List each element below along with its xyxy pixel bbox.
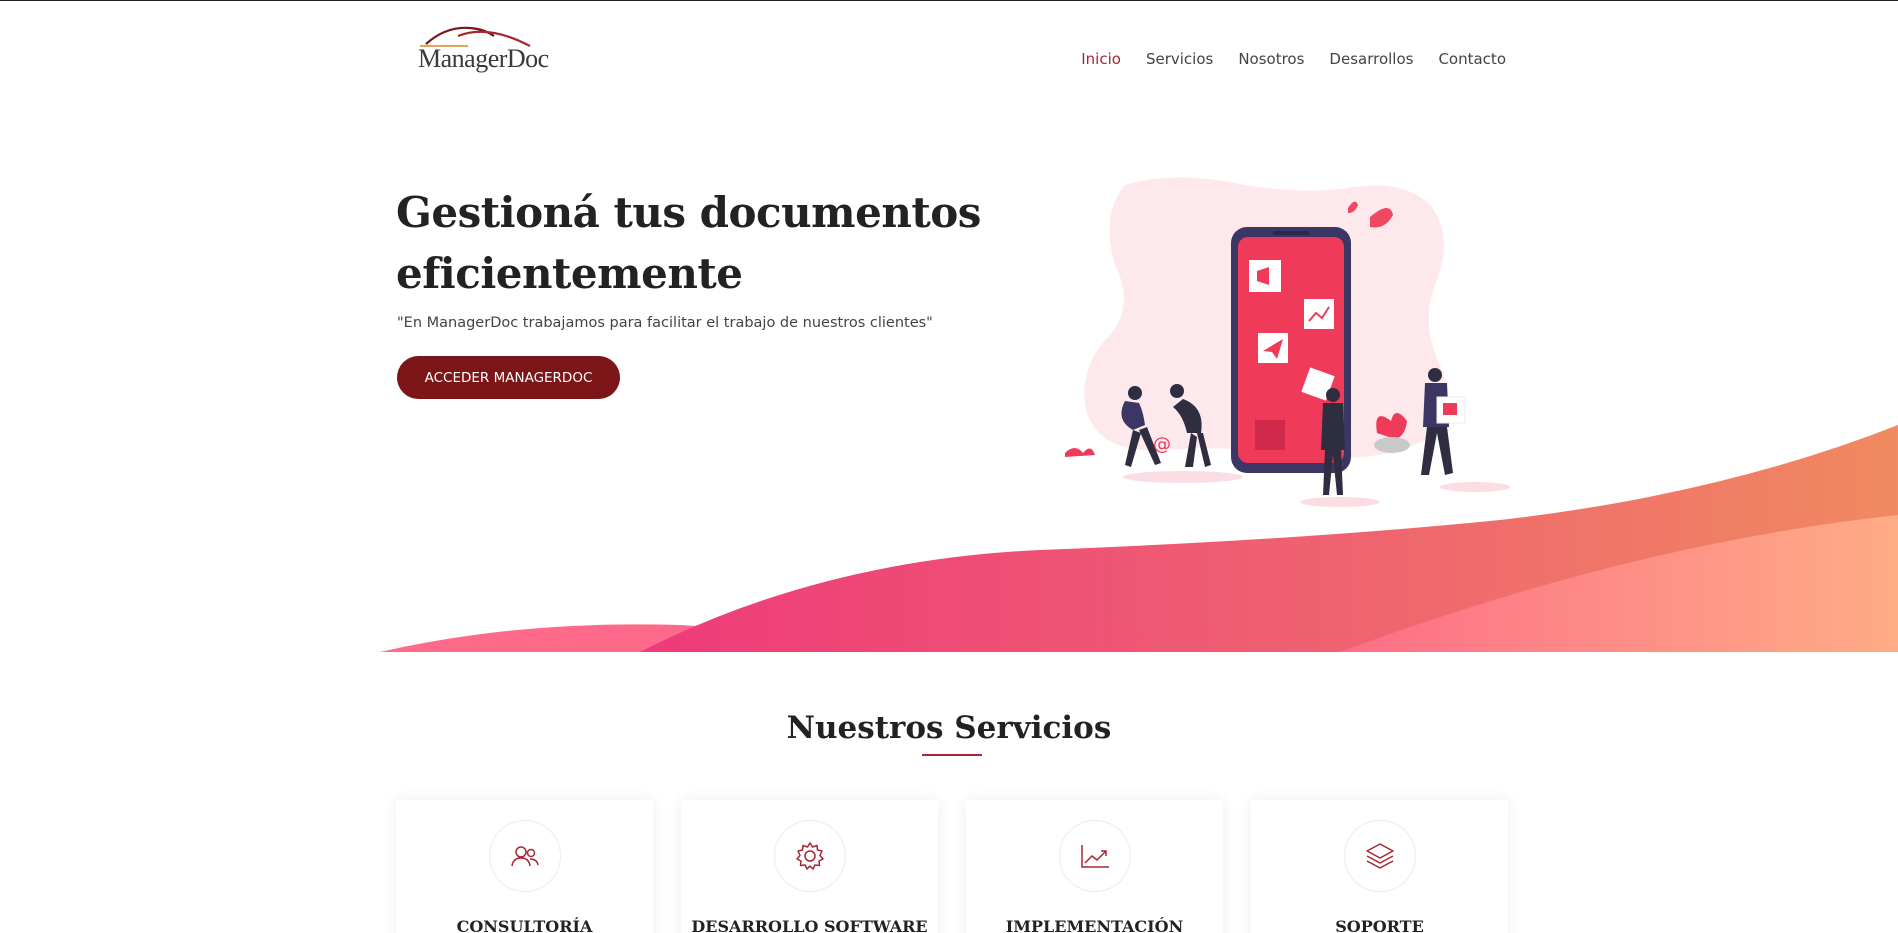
service-card-consultoria[interactable]: CONSULTORÍA [396,800,653,933]
nav-nosotros[interactable]: Nosotros [1238,50,1304,68]
layers-icon [1344,820,1416,892]
main-nav: Inicio Servicios Nosotros Desarrollos Co… [1081,50,1506,68]
access-managerdoc-button[interactable]: ACCEDER MANAGERDOC [397,356,620,399]
services-title: Nuestros Servicios [786,710,1112,746]
hero-subtitle: "En ManagerDoc trabajamos para facilitar… [397,315,933,331]
service-card-title: SOPORTE [1335,917,1424,933]
hero-title: Gestioná tus documentos eficientemente [396,182,996,304]
hero-wave-background [380,425,1898,652]
nav-inicio[interactable]: Inicio [1081,50,1121,68]
service-card-implementacion[interactable]: IMPLEMENTACIÓN [966,800,1223,933]
logo[interactable]: ManagerDoc [418,22,549,78]
top-border-line [0,0,1898,1]
gear-icon [774,820,846,892]
logo-text: ManagerDoc [418,44,549,73]
nav-servicios[interactable]: Servicios [1146,50,1213,68]
service-card-title: IMPLEMENTACIÓN [1005,917,1184,933]
service-card-title: DESARROLLO SOFTWARE [691,917,928,933]
service-card-soporte[interactable]: SOPORTE [1251,800,1508,933]
nav-contacto[interactable]: Contacto [1438,50,1506,68]
nav-desarrollos[interactable]: Desarrollos [1329,50,1413,68]
hero-title-line1: Gestioná tus documentos [396,188,981,237]
service-card-title: CONSULTORÍA [456,917,593,933]
users-icon [489,820,561,892]
services-title-underline [922,754,982,756]
service-card-desarrollo-software[interactable]: DESARROLLO SOFTWARE [681,800,938,933]
hero-title-line2: eficientemente [396,249,743,298]
chart-line-icon [1059,820,1131,892]
